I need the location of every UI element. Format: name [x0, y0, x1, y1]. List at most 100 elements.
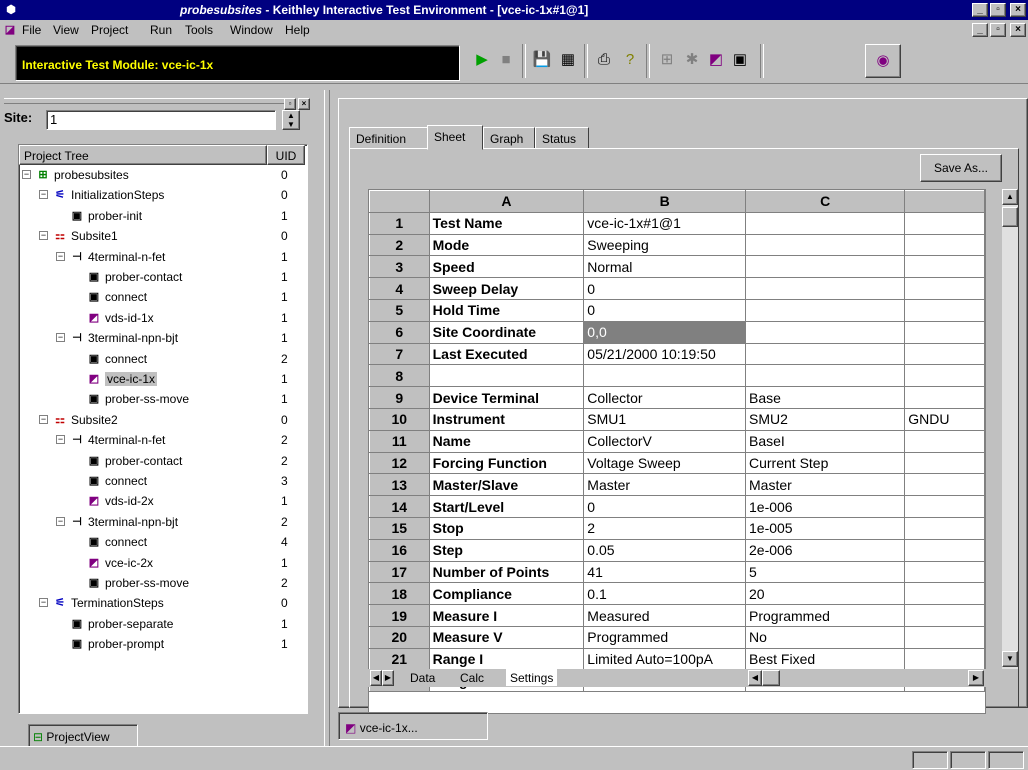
sheet-tab-calc[interactable]: Calc: [456, 669, 488, 686]
scroll-up-button[interactable]: ▲: [1002, 189, 1018, 205]
sheet-cell[interactable]: [904, 233, 985, 257]
tab-sheet[interactable]: Sheet: [427, 125, 483, 150]
sheet-cell[interactable]: 2e-006: [744, 538, 906, 562]
sheet-cell[interactable]: [744, 320, 906, 344]
tree-row[interactable]: ▣ connect 4: [19, 532, 305, 552]
test-tool-icon[interactable]: ◩: [704, 48, 728, 72]
sheet-tab-settings[interactable]: Settings: [506, 669, 558, 686]
tree-row[interactable]: − ⊣ 3terminal-npn-bjt 1: [19, 328, 305, 348]
tree-row[interactable]: ▣ connect 3: [19, 471, 305, 491]
close-button[interactable]: ×: [1010, 3, 1026, 17]
row-header[interactable]: 3: [369, 255, 430, 279]
tree-row[interactable]: ▣ prober-init 1: [19, 206, 305, 226]
hscroll-right-button[interactable]: ▶: [968, 670, 984, 686]
sheet-cell[interactable]: Compliance: [428, 582, 585, 606]
row-header[interactable]: 8: [369, 364, 430, 388]
sheet-cell[interactable]: [904, 429, 985, 453]
sheet-cell[interactable]: [904, 211, 985, 235]
sheet-cell[interactable]: Sweeping: [583, 233, 746, 257]
tree-row[interactable]: ▣ prober-contact 2: [19, 451, 305, 471]
sheet-tab-prev-button[interactable]: ◀: [370, 670, 382, 686]
pane-close-button[interactable]: ×: [298, 98, 310, 110]
sheet-cell[interactable]: [904, 560, 985, 584]
sheet-cell[interactable]: [904, 647, 985, 671]
sheet-cell[interactable]: [583, 364, 746, 388]
sheet-cell[interactable]: Collector: [583, 386, 746, 409]
corner-cell[interactable]: [369, 190, 430, 213]
minimize-button[interactable]: _: [972, 3, 988, 17]
sheet-cell[interactable]: Programmed: [583, 625, 746, 649]
tree-row[interactable]: ▣ prober-ss-move 1: [19, 389, 305, 409]
row-header[interactable]: 18: [369, 582, 430, 606]
row-header[interactable]: 15: [369, 516, 430, 540]
tree-row[interactable]: ▣ prober-ss-move 2: [19, 573, 305, 593]
sheet-cell[interactable]: [744, 233, 906, 257]
row-header[interactable]: 13: [369, 473, 430, 497]
sheet-cell[interactable]: Stop: [428, 516, 585, 540]
sheet-cell[interactable]: Number of Points: [428, 560, 585, 584]
row-header[interactable]: 7: [369, 342, 430, 366]
column-header[interactable]: C: [744, 190, 906, 213]
collapse-toggle-icon[interactable]: −: [56, 516, 65, 526]
row-header[interactable]: 11: [369, 429, 430, 453]
sheet-cell[interactable]: Master: [744, 473, 906, 497]
sheet-cell[interactable]: CollectorV: [583, 429, 746, 453]
sheet-tab-next-button[interactable]: ▶: [382, 670, 394, 686]
save-icon[interactable]: 💾: [530, 48, 554, 72]
sheet-cell[interactable]: [744, 255, 906, 279]
sheet-cell[interactable]: Hold Time: [428, 298, 585, 322]
sheet-cell[interactable]: 5: [744, 560, 906, 584]
menu-tools[interactable]: Tools: [185, 23, 213, 37]
sheet-cell[interactable]: [904, 320, 985, 344]
collapse-toggle-icon[interactable]: −: [56, 333, 65, 343]
tab-graph[interactable]: Graph: [483, 127, 535, 149]
sheet-cell[interactable]: [904, 516, 985, 540]
sheet-cell[interactable]: 05/21/2000 10:19:50: [583, 342, 746, 366]
pane-restore-button[interactable]: ▫: [284, 98, 296, 110]
sheet-cell[interactable]: [904, 473, 985, 497]
sheet-cell[interactable]: Measured: [583, 604, 746, 627]
sheet-cell[interactable]: Test Name: [428, 211, 585, 235]
row-header[interactable]: 2: [369, 233, 430, 257]
menu-project[interactable]: Project: [91, 23, 128, 37]
projectview-tab[interactable]: ⊟ ProjectView: [28, 724, 138, 748]
sheet-cell[interactable]: 1e-006: [744, 495, 906, 518]
collapse-toggle-icon[interactable]: −: [39, 190, 48, 200]
hscroll-left-button[interactable]: ◀: [748, 670, 762, 686]
row-header[interactable]: 4: [369, 277, 430, 300]
sheet-cell[interactable]: vce-ic-1x#1@1: [583, 211, 746, 235]
tree-row[interactable]: ▣ prober-prompt 1: [19, 634, 305, 654]
sheet-cell[interactable]: GNDU: [904, 407, 985, 431]
sheet-cell[interactable]: Current Step: [744, 451, 906, 475]
sheet-cell[interactable]: 2: [583, 516, 746, 540]
device-tool-icon[interactable]: ✱: [680, 48, 704, 72]
sheet-cell[interactable]: Site Coordinate: [428, 320, 585, 344]
collapse-toggle-icon[interactable]: −: [39, 231, 48, 241]
row-header[interactable]: 19: [369, 604, 430, 627]
tree-row[interactable]: ▣ connect 1: [19, 287, 305, 307]
sheet-cell[interactable]: Sweep Delay: [428, 277, 585, 300]
stop-icon[interactable]: ■: [494, 48, 518, 72]
sheet-cell[interactable]: 20: [744, 582, 906, 606]
sheet-cell[interactable]: No: [744, 625, 906, 649]
hscroll-thumb[interactable]: [762, 670, 780, 686]
help-icon[interactable]: ?: [618, 48, 642, 72]
sheet-cell[interactable]: [904, 386, 985, 409]
row-header[interactable]: 16: [369, 538, 430, 562]
sheet-cell[interactable]: Base: [744, 386, 906, 409]
collapse-toggle-icon[interactable]: −: [56, 251, 65, 261]
scroll-down-button[interactable]: ▼: [1002, 651, 1018, 667]
sheet-cell[interactable]: [904, 255, 985, 279]
menu-file[interactable]: File: [22, 23, 41, 37]
tree-row[interactable]: ◩ vds-id-2x 1: [19, 491, 305, 511]
sheet-cell[interactable]: Master: [583, 473, 746, 497]
sheet-cell[interactable]: [744, 211, 906, 235]
sheet-cell[interactable]: Limited Auto=100pA: [583, 647, 746, 671]
sheet-cell[interactable]: SMU2: [744, 407, 906, 431]
sheet-cell[interactable]: 0,0: [583, 320, 746, 344]
sheet-cell[interactable]: [744, 277, 906, 300]
sheet-cell[interactable]: Voltage Sweep: [583, 451, 746, 475]
sheet-cell[interactable]: [428, 364, 585, 388]
row-header[interactable]: 21: [369, 647, 430, 671]
doc-restore-button[interactable]: ▫: [990, 23, 1006, 37]
